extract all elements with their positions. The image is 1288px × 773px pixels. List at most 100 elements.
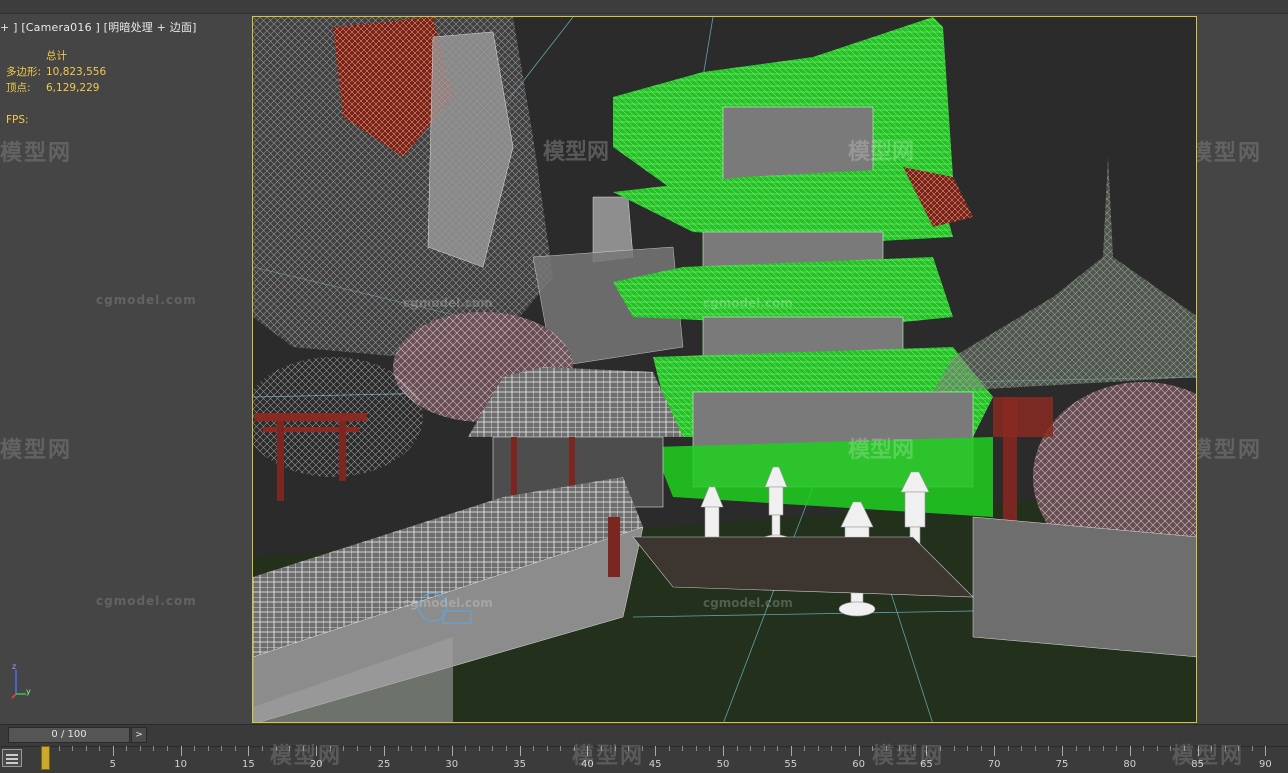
track-tick-label: 90 <box>1259 759 1272 770</box>
track-tick <box>614 746 616 751</box>
track-tick-label: 65 <box>920 759 933 770</box>
track-tick <box>1129 746 1131 756</box>
viewport-camera-menu[interactable]: [Camera016 ] <box>21 21 100 34</box>
track-tick <box>316 746 318 756</box>
track-tick-label: 5 <box>109 759 116 770</box>
track-tick <box>723 746 724 756</box>
time-slider-bar <box>0 724 1288 746</box>
track-tick <box>384 746 385 756</box>
track-tick-label: 15 <box>242 759 255 770</box>
track-tick-label: 35 <box>513 759 526 770</box>
track-tick <box>994 746 996 756</box>
stats-polys-value: 10,823,556 <box>46 66 107 78</box>
track-tick-label: 40 <box>581 759 594 770</box>
track-tick <box>167 746 169 751</box>
watermark-cn: 模型网 <box>1190 438 1263 463</box>
track-tick <box>641 746 643 751</box>
track-tick <box>560 746 562 751</box>
track-tick <box>221 746 223 751</box>
mini-curve-editor-icon[interactable] <box>2 749 22 767</box>
stats-verts-row: 顶点: 6,129,229 <box>6 80 106 96</box>
track-tick <box>1170 746 1172 751</box>
watermark-text: cgmodel.com <box>703 296 793 310</box>
track-tick-label: 45 <box>648 759 662 770</box>
watermark-cn: 模型网 <box>543 140 609 165</box>
track-tick-label: 70 <box>987 759 1001 770</box>
track-tick <box>709 746 711 751</box>
track-tick <box>533 746 535 751</box>
max-viewport-app: + ] [Camera016 ] [明暗处理 + 边面] 总计 多边形: 10,8… <box>0 0 1288 773</box>
axis-gizmo-icon: z y <box>11 662 31 699</box>
stats-fps-label: FPS: <box>6 114 29 126</box>
track-tick <box>194 746 196 751</box>
track-tick <box>492 746 494 751</box>
track-tick <box>628 746 630 751</box>
track-tick <box>451 746 453 756</box>
track-tick <box>519 746 521 756</box>
track-tick <box>1211 746 1213 751</box>
track-tick-label: 75 <box>1055 759 1069 770</box>
track-tick <box>763 746 765 751</box>
track-tick <box>777 746 779 751</box>
track-tick <box>790 746 792 756</box>
track-tick <box>343 746 345 751</box>
track-tick-label: 80 <box>1123 759 1137 770</box>
track-tick <box>1075 746 1077 751</box>
track-tick <box>546 746 548 751</box>
track-tick <box>126 746 128 751</box>
track-tick <box>112 746 114 756</box>
watermark-text: cgmodel.com <box>403 296 493 310</box>
track-tick <box>668 746 670 751</box>
stats-total-label: 总计 <box>46 50 67 62</box>
track-tick <box>1034 746 1036 751</box>
track-tick <box>248 746 250 756</box>
stats-polys-row: 多边形: 10,823,556 <box>6 64 106 80</box>
track-tick <box>926 746 928 756</box>
stats-polys-label: 多边形: <box>6 66 42 78</box>
track-tick <box>953 746 955 751</box>
track-tick <box>180 746 182 756</box>
time-slider[interactable]: 0 / 100 <box>8 727 130 743</box>
wireframe-scene: 模型网 模型网 模型网 cgmodel.com cgmodel.com cgmo… <box>253 17 1196 722</box>
track-tick <box>302 746 304 751</box>
time-cursor[interactable] <box>41 746 50 770</box>
track-tick-label: 85 <box>1191 759 1204 770</box>
viewport-menu-plus[interactable]: + ] <box>0 21 18 34</box>
track-tick <box>872 746 874 751</box>
track-tick <box>1184 746 1186 751</box>
track-tick <box>1197 746 1199 756</box>
viewport-shading-menu[interactable]: [明暗处理 + 边面] <box>104 21 197 34</box>
track-tick-label: 25 <box>377 759 391 770</box>
track-tick <box>967 746 969 751</box>
track-tick <box>397 746 399 751</box>
track-tick <box>736 746 738 751</box>
time-slider-next-button[interactable]: > <box>131 727 147 743</box>
viewport-top-strip <box>0 0 1288 14</box>
track-tick <box>275 746 277 751</box>
track-tick <box>234 746 236 751</box>
track-tick <box>1116 746 1118 751</box>
track-tick <box>1102 746 1104 751</box>
watermark-text: cgmodel.com <box>703 596 793 610</box>
viewport-label[interactable]: + ] [Camera016 ] [明暗处理 + 边面] <box>0 19 197 35</box>
track-tick <box>831 746 833 751</box>
track-tick <box>600 746 602 751</box>
watermark-cn: 模型网 <box>0 438 73 463</box>
time-slider-prev-button[interactable] <box>0 727 8 743</box>
track-tick <box>424 746 426 751</box>
viewport-statistics: 总计 多边形: 10,823,556 顶点: 6,129,229 FPS: <box>6 48 106 128</box>
track-tick <box>1265 746 1267 756</box>
track-tick <box>1251 746 1253 751</box>
track-tick <box>1156 746 1158 751</box>
track-tick <box>85 746 87 751</box>
watermark-text: cgmodel.com <box>96 293 197 307</box>
camera-viewport[interactable]: 模型网 模型网 模型网 cgmodel.com cgmodel.com cgmo… <box>252 16 1197 723</box>
track-tick <box>329 746 331 751</box>
track-tick <box>695 746 697 751</box>
track-tick <box>587 746 589 756</box>
track-tick <box>1062 746 1063 756</box>
track-bar-ticks: 051015202530354045505560657075808590 <box>42 746 1272 773</box>
track-tick <box>817 746 819 751</box>
track-tick-label: 50 <box>716 759 730 770</box>
stats-verts-value: 6,129,229 <box>46 82 100 94</box>
